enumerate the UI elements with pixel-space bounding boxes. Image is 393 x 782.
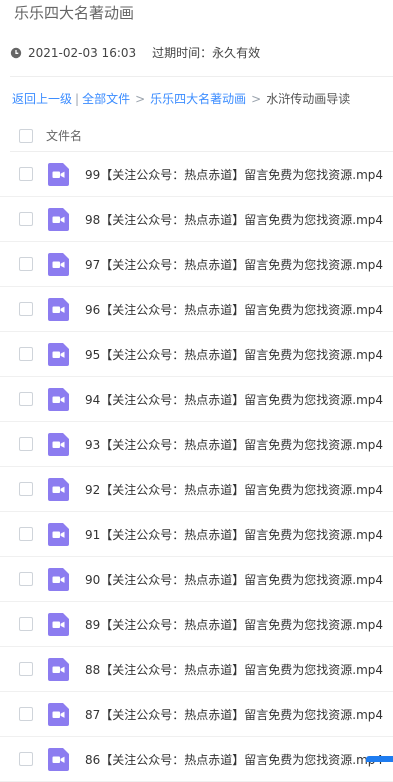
- divider: [10, 76, 393, 77]
- video-file-icon: [48, 208, 69, 231]
- file-checkbox[interactable]: [19, 167, 33, 181]
- all-files-link[interactable]: 全部文件: [82, 90, 130, 107]
- video-file-icon: [48, 658, 69, 681]
- file-name: 95【关注公众号：热点赤道】留言免费为您找资源.mp4: [85, 348, 384, 362]
- video-file-icon: [48, 568, 69, 591]
- video-file-icon: [48, 298, 69, 321]
- file-checkbox[interactable]: [19, 617, 33, 631]
- share-meta: 2021-02-03 16:03 过期时间：永久有效: [10, 44, 260, 61]
- clock-icon: [10, 47, 22, 58]
- file-checkbox[interactable]: [19, 482, 33, 496]
- share-date: 2021-02-03 16:03: [28, 45, 137, 60]
- file-name: 88【关注公众号：热点赤道】留言免费为您找资源.mp4: [85, 663, 384, 677]
- expire-text: 过期时间：永久有效: [152, 46, 261, 60]
- file-checkbox[interactable]: [19, 572, 33, 586]
- file-name: 98【关注公众号：热点赤道】留言免费为您找资源.mp4: [85, 213, 384, 227]
- file-row[interactable]: 86【关注公众号：热点赤道】留言免费为您找资源.mp4: [0, 737, 393, 782]
- file-list: 99【关注公众号：热点赤道】留言免费为您找资源.mp4 98【关注公众号：热点赤道…: [0, 152, 393, 782]
- file-name: 90【关注公众号：热点赤道】留言免费为您找资源.mp4: [85, 573, 384, 587]
- file-checkbox[interactable]: [19, 527, 33, 541]
- chevron-right-icon: >: [135, 91, 146, 106]
- file-checkbox[interactable]: [19, 707, 33, 721]
- file-row[interactable]: 87【关注公众号：热点赤道】留言免费为您找资源.mp4: [0, 692, 393, 737]
- current-folder: 水浒传动画导读: [266, 92, 351, 106]
- file-name: 91【关注公众号：热点赤道】留言免费为您找资源.mp4: [85, 528, 384, 542]
- back-link[interactable]: 返回上一级: [12, 90, 72, 107]
- video-file-icon: [48, 613, 69, 636]
- page-title: 乐乐四大名著动画: [14, 4, 135, 22]
- file-checkbox[interactable]: [19, 302, 33, 316]
- file-row[interactable]: 98【关注公众号：热点赤道】留言免费为您找资源.mp4: [0, 197, 393, 242]
- file-row[interactable]: 90【关注公众号：热点赤道】留言免费为您找资源.mp4: [0, 557, 393, 602]
- file-row[interactable]: 93【关注公众号：热点赤道】留言免费为您找资源.mp4: [0, 422, 393, 467]
- video-file-icon: [48, 523, 69, 546]
- video-file-icon: [48, 478, 69, 501]
- file-row[interactable]: 88【关注公众号：热点赤道】留言免费为您找资源.mp4: [0, 647, 393, 692]
- file-name: 96【关注公众号：热点赤道】留言免费为您找资源.mp4: [85, 303, 384, 317]
- file-checkbox[interactable]: [19, 437, 33, 451]
- video-file-icon: [48, 343, 69, 366]
- select-all-checkbox[interactable]: [19, 129, 33, 143]
- file-row[interactable]: 91【关注公众号：热点赤道】留言免费为您找资源.mp4: [0, 512, 393, 557]
- file-checkbox[interactable]: [19, 752, 33, 766]
- file-row[interactable]: 94【关注公众号：热点赤道】留言免费为您找资源.mp4: [0, 377, 393, 422]
- file-name: 94【关注公众号：热点赤道】留言免费为您找资源.mp4: [85, 393, 384, 407]
- file-row[interactable]: 99【关注公众号：热点赤道】留言免费为您找资源.mp4: [0, 152, 393, 197]
- file-name: 87【关注公众号：热点赤道】留言免费为您找资源.mp4: [85, 708, 384, 722]
- file-name: 89【关注公众号：热点赤道】留言免费为您找资源.mp4: [85, 618, 384, 632]
- video-file-icon: [48, 388, 69, 411]
- breadcrumb: 返回上一级 | 全部文件 > 乐乐四大名著动画 > 水浒传动画导读: [12, 90, 350, 107]
- video-file-icon: [48, 703, 69, 726]
- file-name: 97【关注公众号：热点赤道】留言免费为您找资源.mp4: [85, 258, 384, 272]
- chevron-right-icon: >: [251, 91, 262, 106]
- floating-action-button[interactable]: [366, 756, 393, 762]
- video-file-icon: [48, 163, 69, 186]
- file-row[interactable]: 92【关注公众号：热点赤道】留言免费为您找资源.mp4: [0, 467, 393, 512]
- file-checkbox[interactable]: [19, 212, 33, 226]
- file-row[interactable]: 89【关注公众号：热点赤道】留言免费为您找资源.mp4: [0, 602, 393, 647]
- breadcrumb-separator: |: [75, 91, 80, 106]
- file-checkbox[interactable]: [19, 392, 33, 406]
- file-checkbox[interactable]: [19, 347, 33, 361]
- video-file-icon: [48, 433, 69, 456]
- video-file-icon: [48, 748, 69, 771]
- video-file-icon: [48, 253, 69, 276]
- file-row[interactable]: 96【关注公众号：热点赤道】留言免费为您找资源.mp4: [0, 287, 393, 332]
- file-name: 99【关注公众号：热点赤道】留言免费为您找资源.mp4: [85, 168, 384, 182]
- filename-column-header: 文件名: [46, 129, 83, 143]
- file-name: 86【关注公众号：热点赤道】留言免费为您找资源.mp4: [85, 753, 384, 767]
- file-row[interactable]: 95【关注公众号：热点赤道】留言免费为您找资源.mp4: [0, 332, 393, 377]
- file-checkbox[interactable]: [19, 257, 33, 271]
- file-name: 93【关注公众号：热点赤道】留言免费为您找资源.mp4: [85, 438, 384, 452]
- file-name: 92【关注公众号：热点赤道】留言免费为您找资源.mp4: [85, 483, 384, 497]
- file-row[interactable]: 97【关注公众号：热点赤道】留言免费为您找资源.mp4: [0, 242, 393, 287]
- folder-link[interactable]: 乐乐四大名著动画: [150, 90, 246, 107]
- file-checkbox[interactable]: [19, 662, 33, 676]
- list-header: 文件名: [0, 121, 393, 151]
